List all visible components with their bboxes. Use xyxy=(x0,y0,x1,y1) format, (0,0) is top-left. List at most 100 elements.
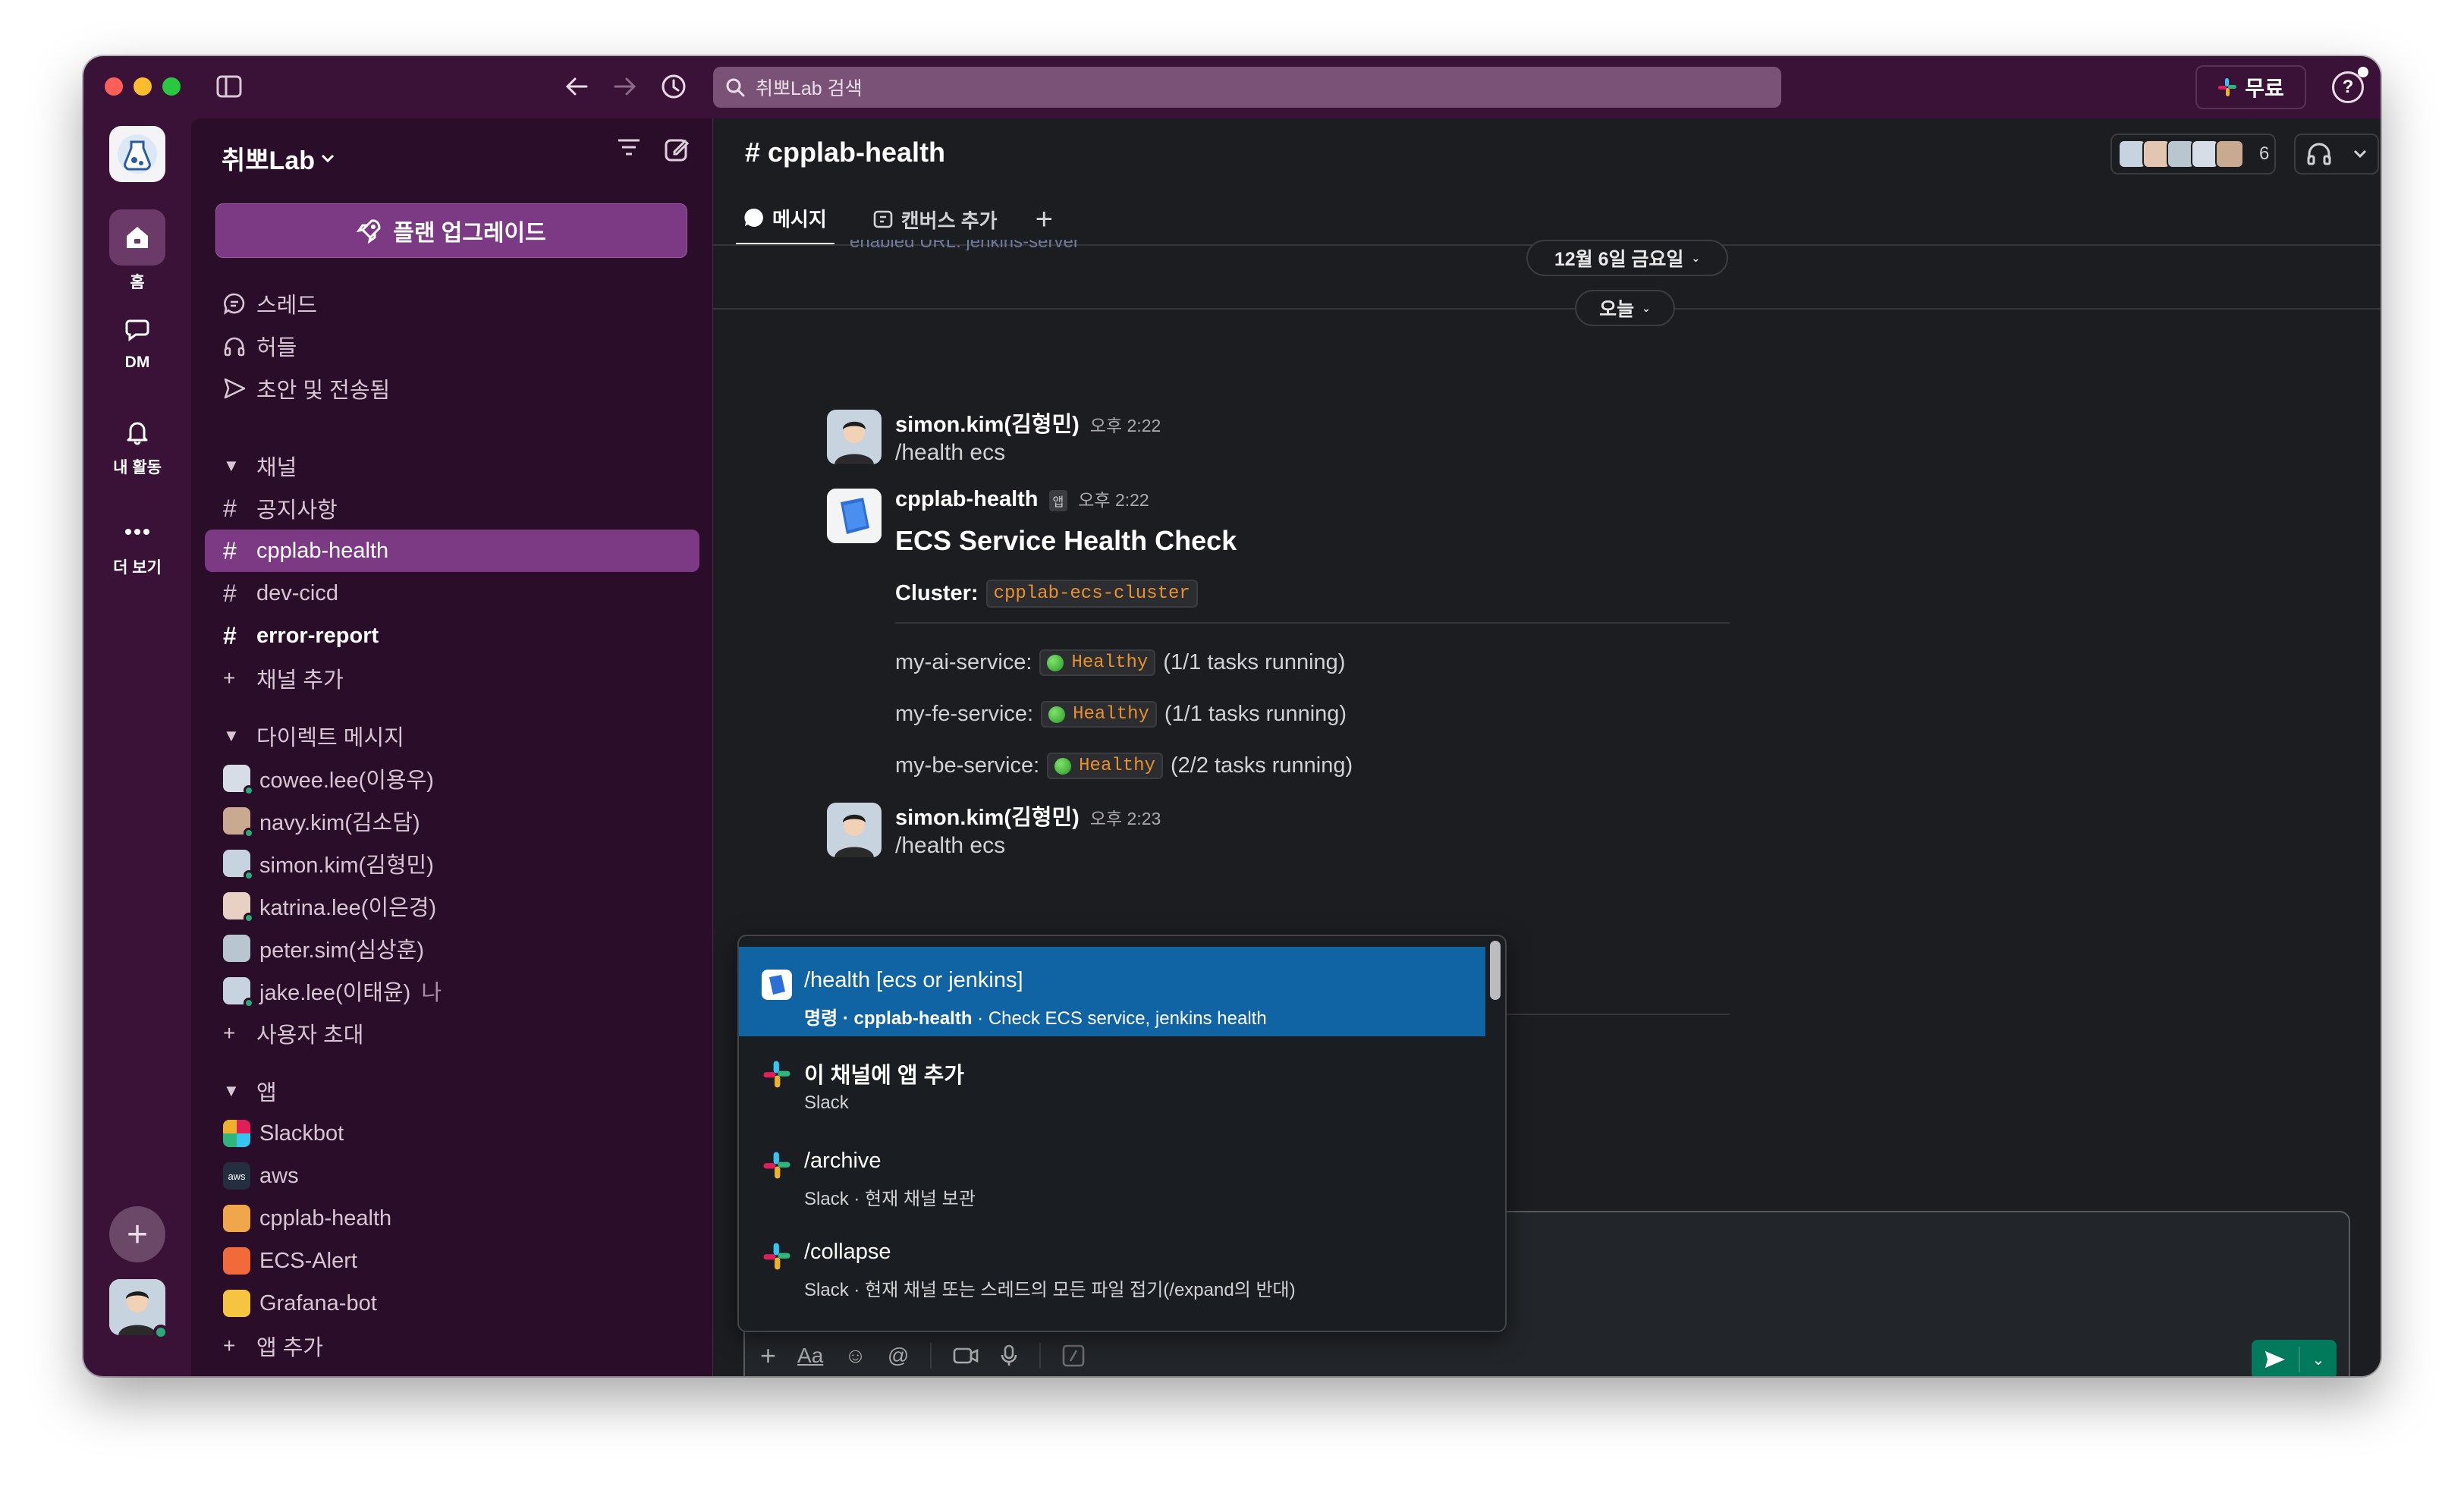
dm-item[interactable]: peter.sim(심상훈) xyxy=(205,927,699,970)
message-header: simon.kim(김형민) 오후 2:22 xyxy=(895,407,1161,439)
popup-scrollbar[interactable] xyxy=(1490,941,1501,1000)
history-icon[interactable] xyxy=(657,70,690,103)
message-author[interactable]: cpplab-health xyxy=(895,487,1039,512)
nav-drafts[interactable]: 초안 및 전송됨 xyxy=(205,367,699,410)
free-plan-button[interactable]: 무료 xyxy=(2195,65,2306,109)
dm-item[interactable]: cowee.lee(이용우) xyxy=(205,757,699,800)
invite-users-button[interactable]: + 사용자 초대 xyxy=(205,1012,699,1055)
emoji-icon[interactable]: ☺ xyxy=(844,1344,866,1368)
tab-canvas-label: 캔버스 추가 xyxy=(900,209,998,232)
channel-title[interactable]: # cpplab-health xyxy=(745,137,945,168)
command-title: 이 채널에 앱 추가 xyxy=(804,1064,964,1088)
dm-item[interactable]: simon.kim(김형민) xyxy=(205,842,699,885)
close-window-button[interactable] xyxy=(105,77,123,96)
self-indicator: 나 xyxy=(421,981,442,1005)
dm-section-header[interactable]: ▼ 다이렉트 메시지 xyxy=(205,715,699,757)
send-button[interactable]: ⌄ xyxy=(2252,1340,2337,1376)
cpplab-app-avatar[interactable] xyxy=(827,489,882,543)
status-text: Healthy xyxy=(1071,652,1149,673)
huddle-button[interactable] xyxy=(2294,134,2379,174)
apps-section-header[interactable]: ▼ 앱 xyxy=(205,1070,699,1112)
dm-item-self[interactable]: jake.lee(이태윤) 나 xyxy=(205,970,699,1012)
rail-dm[interactable]: DM xyxy=(83,311,191,372)
day-divider-line xyxy=(713,308,2381,310)
message-time[interactable]: 오후 2:22 xyxy=(1078,486,1149,511)
channel-item[interactable]: # dev-cicd xyxy=(205,572,699,615)
avatar xyxy=(223,850,254,881)
app-item[interactable]: Slackbot xyxy=(205,1112,699,1155)
command-source: 명령 · cpplab-health xyxy=(804,1008,973,1029)
slack-icon xyxy=(762,1150,792,1180)
date-divider-today[interactable]: 오늘 ⌄ xyxy=(1575,290,1675,326)
format-text-icon[interactable]: Aa xyxy=(797,1344,823,1368)
avatar[interactable] xyxy=(827,410,882,464)
date-divider-prev[interactable]: 12월 6일 금요일 ⌄ xyxy=(1526,240,1728,276)
send-options-chevron-icon[interactable]: ⌄ xyxy=(2300,1350,2337,1369)
channel-item[interactable]: # 공지사항 xyxy=(205,487,699,530)
dm-name: navy.kim(김소담) xyxy=(259,811,420,835)
add-app-button[interactable]: + 앱 추가 xyxy=(205,1325,699,1367)
workspace-menu[interactable]: 취뽀Lab xyxy=(222,140,335,177)
add-tab-button[interactable]: + xyxy=(1036,203,1053,237)
channel-item-unread[interactable]: # error-report xyxy=(205,615,699,657)
plus-icon[interactable]: + xyxy=(760,1340,776,1372)
app-item[interactable]: aws aws xyxy=(205,1155,699,1197)
rail-activity[interactable]: 내 활동 xyxy=(83,413,191,478)
presence-dot xyxy=(153,1325,168,1340)
avatar[interactable] xyxy=(827,803,882,857)
nav-huddles-label: 허들 xyxy=(256,336,297,360)
search-input[interactable]: 취뽀Lab 검색 xyxy=(713,67,1781,108)
channel-tabs: 메시지 캔버스 추가 + xyxy=(736,193,1053,246)
filter-icon[interactable] xyxy=(617,137,641,158)
command-option[interactable]: /collapse Slack · 현재 채널 또는 스레드의 모든 파일 접기… xyxy=(739,1218,1485,1308)
rail-home[interactable]: 홈 xyxy=(83,209,191,293)
service-detail: (1/1 tasks running) xyxy=(1163,650,1346,674)
plus-icon: + xyxy=(223,666,236,690)
message-time[interactable]: 오후 2:22 xyxy=(1090,411,1161,437)
tab-messages[interactable]: 메시지 xyxy=(736,193,834,246)
message-author[interactable]: simon.kim(김형민) xyxy=(895,800,1080,831)
app-item[interactable]: ECS-Alert xyxy=(205,1240,699,1282)
status-text: Healthy xyxy=(1073,704,1149,725)
app-item[interactable]: Grafana-bot xyxy=(205,1282,699,1325)
forward-arrow-icon[interactable] xyxy=(608,70,642,103)
tab-add-canvas[interactable]: 캔버스 추가 xyxy=(865,193,1005,246)
dm-item[interactable]: navy.kim(김소담) xyxy=(205,800,699,842)
upgrade-plan-button[interactable]: 플랜 업그레이드 xyxy=(215,203,687,258)
message-author[interactable]: simon.kim(김형민) xyxy=(895,407,1080,439)
add-channel-button[interactable]: + 채널 추가 xyxy=(205,657,699,699)
send-icon xyxy=(224,378,246,399)
member-list-button[interactable]: 6 xyxy=(2110,134,2276,174)
rail-more[interactable]: 더 보기 xyxy=(83,513,191,578)
sidebar-toggle-icon[interactable] xyxy=(212,70,246,103)
workspace-logo[interactable] xyxy=(109,126,165,182)
aws-icon: aws xyxy=(223,1162,250,1190)
slackbot-icon xyxy=(223,1120,250,1147)
add-workspace-button[interactable]: + xyxy=(109,1206,165,1262)
dm-item[interactable]: katrina.lee(이은경) xyxy=(205,885,699,927)
app-name: aws xyxy=(259,1163,299,1188)
rail-dm-label: DM xyxy=(124,354,150,371)
message-time[interactable]: 오후 2:23 xyxy=(1090,804,1161,830)
command-option[interactable]: /archive Slack · 현재 채널 보관 xyxy=(739,1127,1485,1217)
nav-huddles[interactable]: 허들 xyxy=(205,325,699,367)
status-badge: Healthy xyxy=(1039,649,1156,676)
back-arrow-icon[interactable] xyxy=(560,70,593,103)
zoom-window-button[interactable] xyxy=(162,77,181,96)
slash-command-icon[interactable] xyxy=(1062,1344,1085,1367)
chevron-down-icon[interactable] xyxy=(2353,149,2367,159)
channel-item-active[interactable]: # cpplab-health xyxy=(205,530,699,572)
channel-name: dev-cicd xyxy=(256,580,338,605)
app-item[interactable]: cpplab-health xyxy=(205,1197,699,1240)
nav-threads[interactable]: 스레드 xyxy=(205,282,699,325)
microphone-icon[interactable] xyxy=(1000,1344,1018,1367)
command-option[interactable]: /health [ecs or jenkins] 명령 · cpplab-hea… xyxy=(739,947,1485,1036)
mention-icon[interactable]: @ xyxy=(888,1344,909,1368)
command-description: Slack · 현재 채널 보관 xyxy=(804,1189,976,1209)
compose-icon[interactable] xyxy=(664,137,690,162)
caret-down-icon: ▼ xyxy=(223,726,240,745)
video-icon[interactable] xyxy=(953,1346,979,1366)
channels-section-header[interactable]: ▼ 채널 xyxy=(205,445,699,487)
command-option[interactable]: 이 채널에 앱 추가 Slack xyxy=(739,1036,1485,1126)
minimize-window-button[interactable] xyxy=(134,77,152,96)
